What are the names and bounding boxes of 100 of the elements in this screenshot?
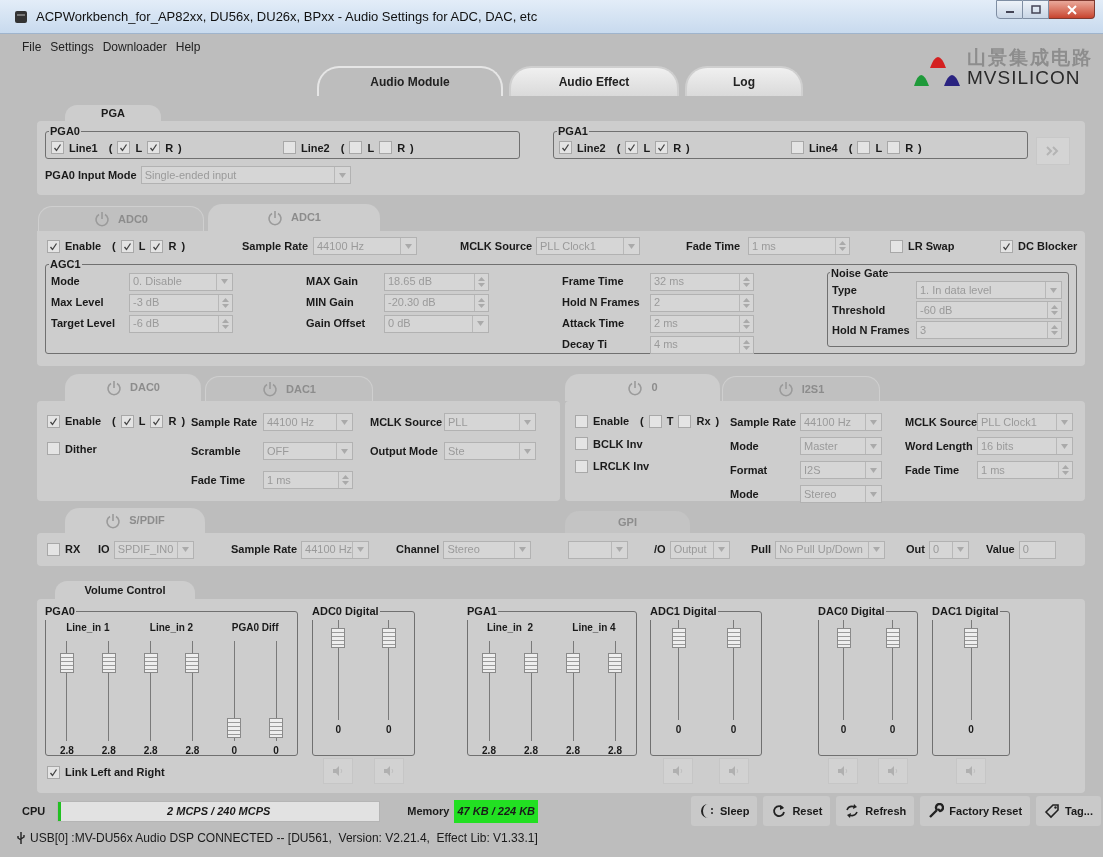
dropdown[interactable]: Stereo [443, 540, 532, 559]
checkbox[interactable] [791, 141, 804, 155]
slider[interactable] [566, 640, 580, 741]
slider[interactable] [59, 640, 74, 741]
slider-thumb[interactable] [101, 652, 116, 673]
checkbox[interactable] [120, 239, 134, 253]
number-field[interactable]: 32 ms [650, 272, 754, 291]
maximize-button[interactable] [1023, 0, 1049, 19]
slider-thumb[interactable] [566, 652, 580, 673]
number-field[interactable]: 3 [916, 321, 1062, 339]
minimize-button[interactable] [996, 0, 1023, 19]
checkbox[interactable] [575, 437, 588, 451]
tab[interactable]: GPI [565, 511, 690, 533]
slider-thumb[interactable] [143, 652, 158, 673]
slider-thumb[interactable] [726, 627, 741, 648]
slider[interactable] [269, 640, 284, 741]
slider-thumb[interactable] [524, 652, 538, 673]
tab[interactable]: Log [685, 66, 803, 96]
checkbox[interactable] [349, 141, 363, 155]
number-field[interactable]: -20.30 dB [384, 293, 489, 312]
slider[interactable] [185, 640, 200, 741]
dropdown[interactable]: PLL Clock1 [977, 413, 1073, 431]
checkbox[interactable] [150, 414, 164, 428]
number-field[interactable]: 1 ms [977, 461, 1073, 479]
slider[interactable] [885, 619, 900, 720]
dropdown[interactable]: 16 bits [977, 437, 1073, 455]
tab[interactable]: PGA [65, 105, 161, 121]
checkbox[interactable] [47, 442, 60, 456]
checkbox[interactable] [147, 141, 161, 155]
dropdown[interactable]: Ste [444, 442, 536, 460]
slider-thumb[interactable] [59, 652, 74, 673]
toolbar-button[interactable]: Refresh [836, 796, 915, 826]
slider[interactable] [227, 640, 242, 741]
number-field[interactable]: -3 dB [129, 293, 233, 312]
checkbox[interactable] [678, 414, 692, 428]
toolbar-button[interactable]: Sleep [691, 796, 758, 826]
number-field[interactable]: 2 [650, 293, 754, 312]
slider[interactable] [836, 619, 851, 720]
slider[interactable] [331, 619, 346, 720]
checkbox[interactable] [47, 414, 60, 428]
slider-thumb[interactable] [671, 627, 686, 648]
dropdown[interactable]: Output [669, 540, 730, 559]
dropdown[interactable]: Stereo [800, 485, 882, 503]
dropdown[interactable]: I2S [800, 461, 882, 479]
slider-thumb[interactable] [331, 627, 346, 648]
toolbar-button[interactable]: Factory Reset [920, 796, 1031, 826]
checkbox[interactable] [51, 141, 64, 155]
checkbox[interactable] [283, 141, 296, 155]
slider[interactable] [143, 640, 158, 741]
checkbox[interactable] [1000, 239, 1013, 253]
number-field[interactable]: 2 ms [650, 314, 754, 333]
slider[interactable] [671, 619, 686, 720]
tab[interactable]: DAC0 [65, 374, 201, 401]
slider-thumb[interactable] [608, 652, 622, 673]
menu-item[interactable]: Downloader [102, 38, 167, 56]
checkbox[interactable] [575, 459, 588, 473]
close-button[interactable] [1049, 0, 1095, 19]
tab[interactable]: S/PDIF [65, 508, 205, 533]
tab[interactable]: Audio Module [317, 66, 503, 96]
checkbox[interactable] [379, 141, 393, 155]
slider-thumb[interactable] [836, 627, 851, 648]
toolbar-button[interactable]: Reset [763, 796, 831, 826]
dropdown[interactable]: 0. Disable [129, 272, 233, 291]
slider-thumb[interactable] [964, 627, 978, 648]
checkbox[interactable] [120, 414, 134, 428]
checkbox[interactable] [890, 239, 903, 253]
menu-item[interactable]: Help [175, 38, 201, 56]
checkbox[interactable] [47, 239, 60, 253]
tab[interactable]: Audio Effect [509, 66, 679, 96]
tab[interactable]: ADC1 [208, 204, 380, 231]
checkbox[interactable] [655, 141, 669, 155]
checkbox[interactable] [150, 239, 164, 253]
slider-thumb[interactable] [227, 718, 242, 739]
dropdown[interactable]: PLL Clock1 [536, 237, 640, 255]
checkbox[interactable] [857, 141, 871, 155]
dropdown[interactable]: PLL [444, 413, 536, 431]
dropdown[interactable]: OFF [263, 442, 353, 460]
dropdown[interactable]: SPDIF_IN0 [113, 540, 194, 559]
slider-thumb[interactable] [185, 652, 200, 673]
checkbox[interactable] [625, 141, 639, 155]
dropdown[interactable]: Master [800, 437, 882, 455]
tab[interactable]: Volume Control [55, 581, 195, 599]
slider[interactable] [964, 619, 978, 720]
dropdown[interactable]: 44100 Hz [800, 413, 882, 431]
slider-thumb[interactable] [482, 652, 496, 673]
toolbar-button[interactable]: Tag... [1036, 796, 1101, 826]
dropdown[interactable]: 44100 Hz [263, 413, 353, 431]
checkbox[interactable] [47, 765, 60, 779]
dropdown[interactable]: 44100 Hz [313, 237, 417, 255]
slider-thumb[interactable] [885, 627, 900, 648]
slider[interactable] [101, 640, 116, 741]
number-field[interactable]: 1 ms [748, 237, 850, 255]
checkbox[interactable] [887, 141, 901, 155]
checkbox[interactable] [117, 141, 131, 155]
checkbox[interactable] [648, 414, 662, 428]
slider-thumb[interactable] [269, 718, 284, 739]
checkbox[interactable] [559, 141, 572, 155]
dropdown[interactable]: 44100 Hz [301, 540, 370, 559]
number-field[interactable]: 1 ms [263, 471, 353, 489]
number-field[interactable]: 4 ms [650, 335, 754, 354]
